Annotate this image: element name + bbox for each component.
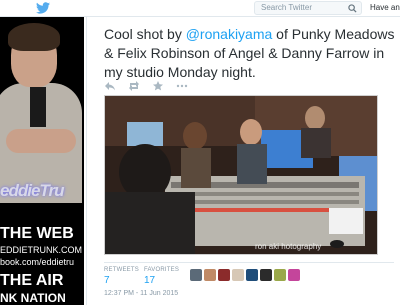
search-icon[interactable] — [348, 4, 357, 13]
avatar[interactable] — [218, 269, 230, 281]
banner-figure-arm — [6, 129, 76, 153]
favorites-label: FAVORITES — [144, 267, 180, 273]
banner-logo-text: eddieTru — [0, 181, 64, 200]
banner-line-nation: NK NATION — [0, 291, 66, 305]
search-input[interactable]: Search Twitter — [254, 1, 362, 15]
top-navigation-bar: Search Twitter Have an a — [0, 0, 400, 17]
banner-line-web: THE WEB — [0, 225, 74, 242]
retweets-count[interactable]: 7 — [104, 275, 110, 286]
avatar[interactable] — [246, 269, 258, 281]
retweets-label: RETWEETS — [104, 267, 139, 273]
tweet-card: Cool shot by @ronakiyama of Punky Meadow… — [86, 17, 400, 305]
account-prompt[interactable]: Have an a — [370, 3, 400, 12]
avatar[interactable] — [232, 269, 244, 281]
avatar[interactable] — [204, 269, 216, 281]
twitter-bird-icon[interactable] — [36, 2, 50, 14]
photo-watermark: ron aki hotography — [255, 242, 322, 251]
studio-photo-illustration — [105, 96, 377, 254]
banner-url-website: EDDIETRUNK.COM — [0, 245, 83, 255]
favorites-count[interactable]: 17 — [144, 275, 155, 286]
avatar[interactable] — [288, 269, 300, 281]
more-icon[interactable] — [176, 80, 188, 92]
search-placeholder: Search Twitter — [261, 3, 312, 12]
retweet-icon[interactable] — [128, 80, 140, 92]
tweet-text: Cool shot by @ronakiyama of Punky Meadow… — [104, 25, 396, 82]
banner-figure-hair — [8, 23, 60, 51]
avatar[interactable] — [190, 269, 202, 281]
tweet-photo[interactable]: ron aki hotography — [104, 95, 378, 255]
tweet-text-start: Cool shot by — [104, 26, 186, 42]
banner-url-facebook: book.com/eddietru — [0, 257, 75, 267]
mention-link[interactable]: @ronakiyama — [186, 26, 273, 42]
favorited-by-avatars — [190, 269, 310, 281]
favorite-icon[interactable] — [152, 80, 164, 92]
reply-icon[interactable] — [104, 80, 116, 92]
banner-figure-shirt — [30, 87, 46, 127]
tweet-actions — [104, 80, 224, 92]
banner-line-air: THE AIR — [0, 272, 64, 289]
avatar[interactable] — [274, 269, 286, 281]
avatar[interactable] — [260, 269, 272, 281]
profile-background-banner: eddieTru THE WEB EDDIETRUNK.COM book.com… — [0, 17, 84, 305]
tweet-timestamp[interactable]: 12:37 PM - 11 Jun 2015 — [104, 290, 178, 297]
